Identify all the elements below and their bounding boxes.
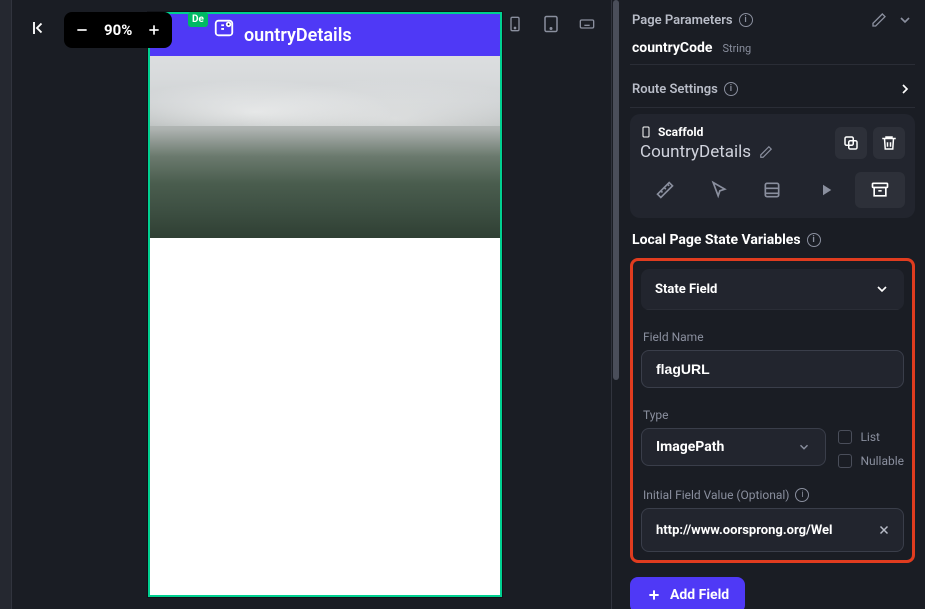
clear-button[interactable] [873,519,895,541]
scaffold-label-text: Scaffold [658,125,703,139]
close-icon [877,523,891,537]
list-checkbox[interactable] [838,430,852,444]
param-type: String [722,42,751,55]
add-field-button-text: Add Field [670,587,729,603]
field-name-label: Field Name [641,320,904,350]
left-rail [0,0,12,609]
type-select-value: ImagePath [656,439,724,455]
mobile-preview-button[interactable] [503,12,527,36]
scaffold-toolbar [640,172,905,208]
page-params-title: Page Parameters i [632,13,753,28]
route-settings-text: Route Settings [632,82,718,97]
scaffold-name-row: CountryDetails [640,142,773,162]
nullable-checkbox-row[interactable]: Nullable [838,454,904,468]
nullable-label: Nullable [860,454,904,468]
state-field-header-title: State Field [655,282,717,297]
initial-value-label-text: Initial Field Value (Optional) [643,488,789,502]
add-field-button[interactable]: Add Field [630,577,745,609]
back-icon [31,19,49,37]
keyboard-icon [576,16,598,32]
actions-tab[interactable] [694,172,744,208]
plus-icon [646,587,662,603]
tablet-icon [542,14,560,34]
info-icon[interactable]: i [807,233,821,247]
page-params-actions [871,12,913,28]
state-field-header[interactable]: State Field [641,269,904,310]
field-name-input[interactable] [641,350,904,388]
preview-badge: De [188,12,208,27]
play-icon [817,181,835,199]
route-settings-row[interactable]: Route Settings i [630,71,915,108]
minus-icon [74,22,90,38]
scaffold-section: Scaffold CountryDetails [630,114,915,218]
scaffold-label: Scaffold [640,124,773,140]
route-settings-title: Route Settings i [632,82,738,97]
device-title: ountryDetails [244,25,352,46]
cloud-overlay [150,56,500,126]
page-params-title-text: Page Parameters [632,13,733,28]
param-row[interactable]: countryCode String [630,38,915,65]
local-state-title: Local Page State Variables i [630,224,915,252]
backend-tab[interactable] [748,172,798,208]
page-params-header: Page Parameters i [630,8,915,32]
phone-icon [640,124,652,140]
scrollbar-track[interactable] [612,0,620,609]
edit-icon[interactable] [759,145,773,159]
list-checkbox-row[interactable]: List [838,430,904,444]
type-label: Type [641,398,904,428]
device-hero-image [150,56,500,238]
copy-icon [842,134,860,152]
local-state-title-text: Local Page State Variables [632,232,801,248]
design-tab[interactable] [640,172,690,208]
top-right-controls [503,12,599,36]
edit-icon[interactable] [871,12,887,28]
cursor-icon [709,180,729,200]
chevron-down-icon [874,281,890,297]
chevron-right-icon [897,81,913,97]
initial-value-label: Initial Field Value (Optional) i [641,478,904,508]
chevron-down-icon[interactable] [897,12,913,28]
device-frame[interactable]: ountryDetails [148,12,502,597]
zoom-controls: 90% [64,12,172,48]
database-icon [762,180,782,200]
add-panel-icon [213,17,235,39]
initial-value-input-row[interactable]: http://www.oorsprong.org/Wel [641,508,904,552]
right-panel: Page Parameters i countryCode String Rou… [620,0,925,609]
canvas-area: 90% De ountryDetails [12,0,611,609]
archive-icon [870,180,890,200]
mobile-icon [507,14,523,34]
copy-button[interactable] [835,127,867,159]
state-tab[interactable] [855,172,905,208]
ruler-icon [655,180,675,200]
tablet-preview-button[interactable] [539,12,563,36]
zoom-in-button[interactable] [140,16,168,44]
zoom-out-button[interactable] [68,16,96,44]
zoom-value: 90% [100,21,136,39]
highlighted-box: State Field Field Name Type ImagePath Li… [630,258,915,563]
state-field-card: State Field [641,269,904,310]
chevron-down-icon [797,440,811,454]
param-name: countryCode [632,40,712,56]
widget-tree-button[interactable] [210,14,238,42]
run-tab[interactable] [801,172,851,208]
back-button[interactable] [24,12,56,44]
keyboard-button[interactable] [575,12,599,36]
info-icon[interactable]: i [724,82,738,96]
scrollbar-thumb[interactable] [613,0,619,380]
scaffold-name: CountryDetails [640,142,751,162]
info-icon[interactable]: i [795,488,809,502]
scaffold-header: Scaffold CountryDetails [640,124,905,162]
delete-button[interactable] [873,127,905,159]
initial-value-input[interactable]: http://www.oorsprong.org/Wel [656,523,873,538]
info-icon[interactable]: i [739,13,753,27]
type-select[interactable]: ImagePath [641,428,826,466]
list-label: List [860,430,880,444]
plus-icon [146,22,162,38]
nullable-checkbox[interactable] [838,454,852,468]
trash-icon [880,134,898,152]
